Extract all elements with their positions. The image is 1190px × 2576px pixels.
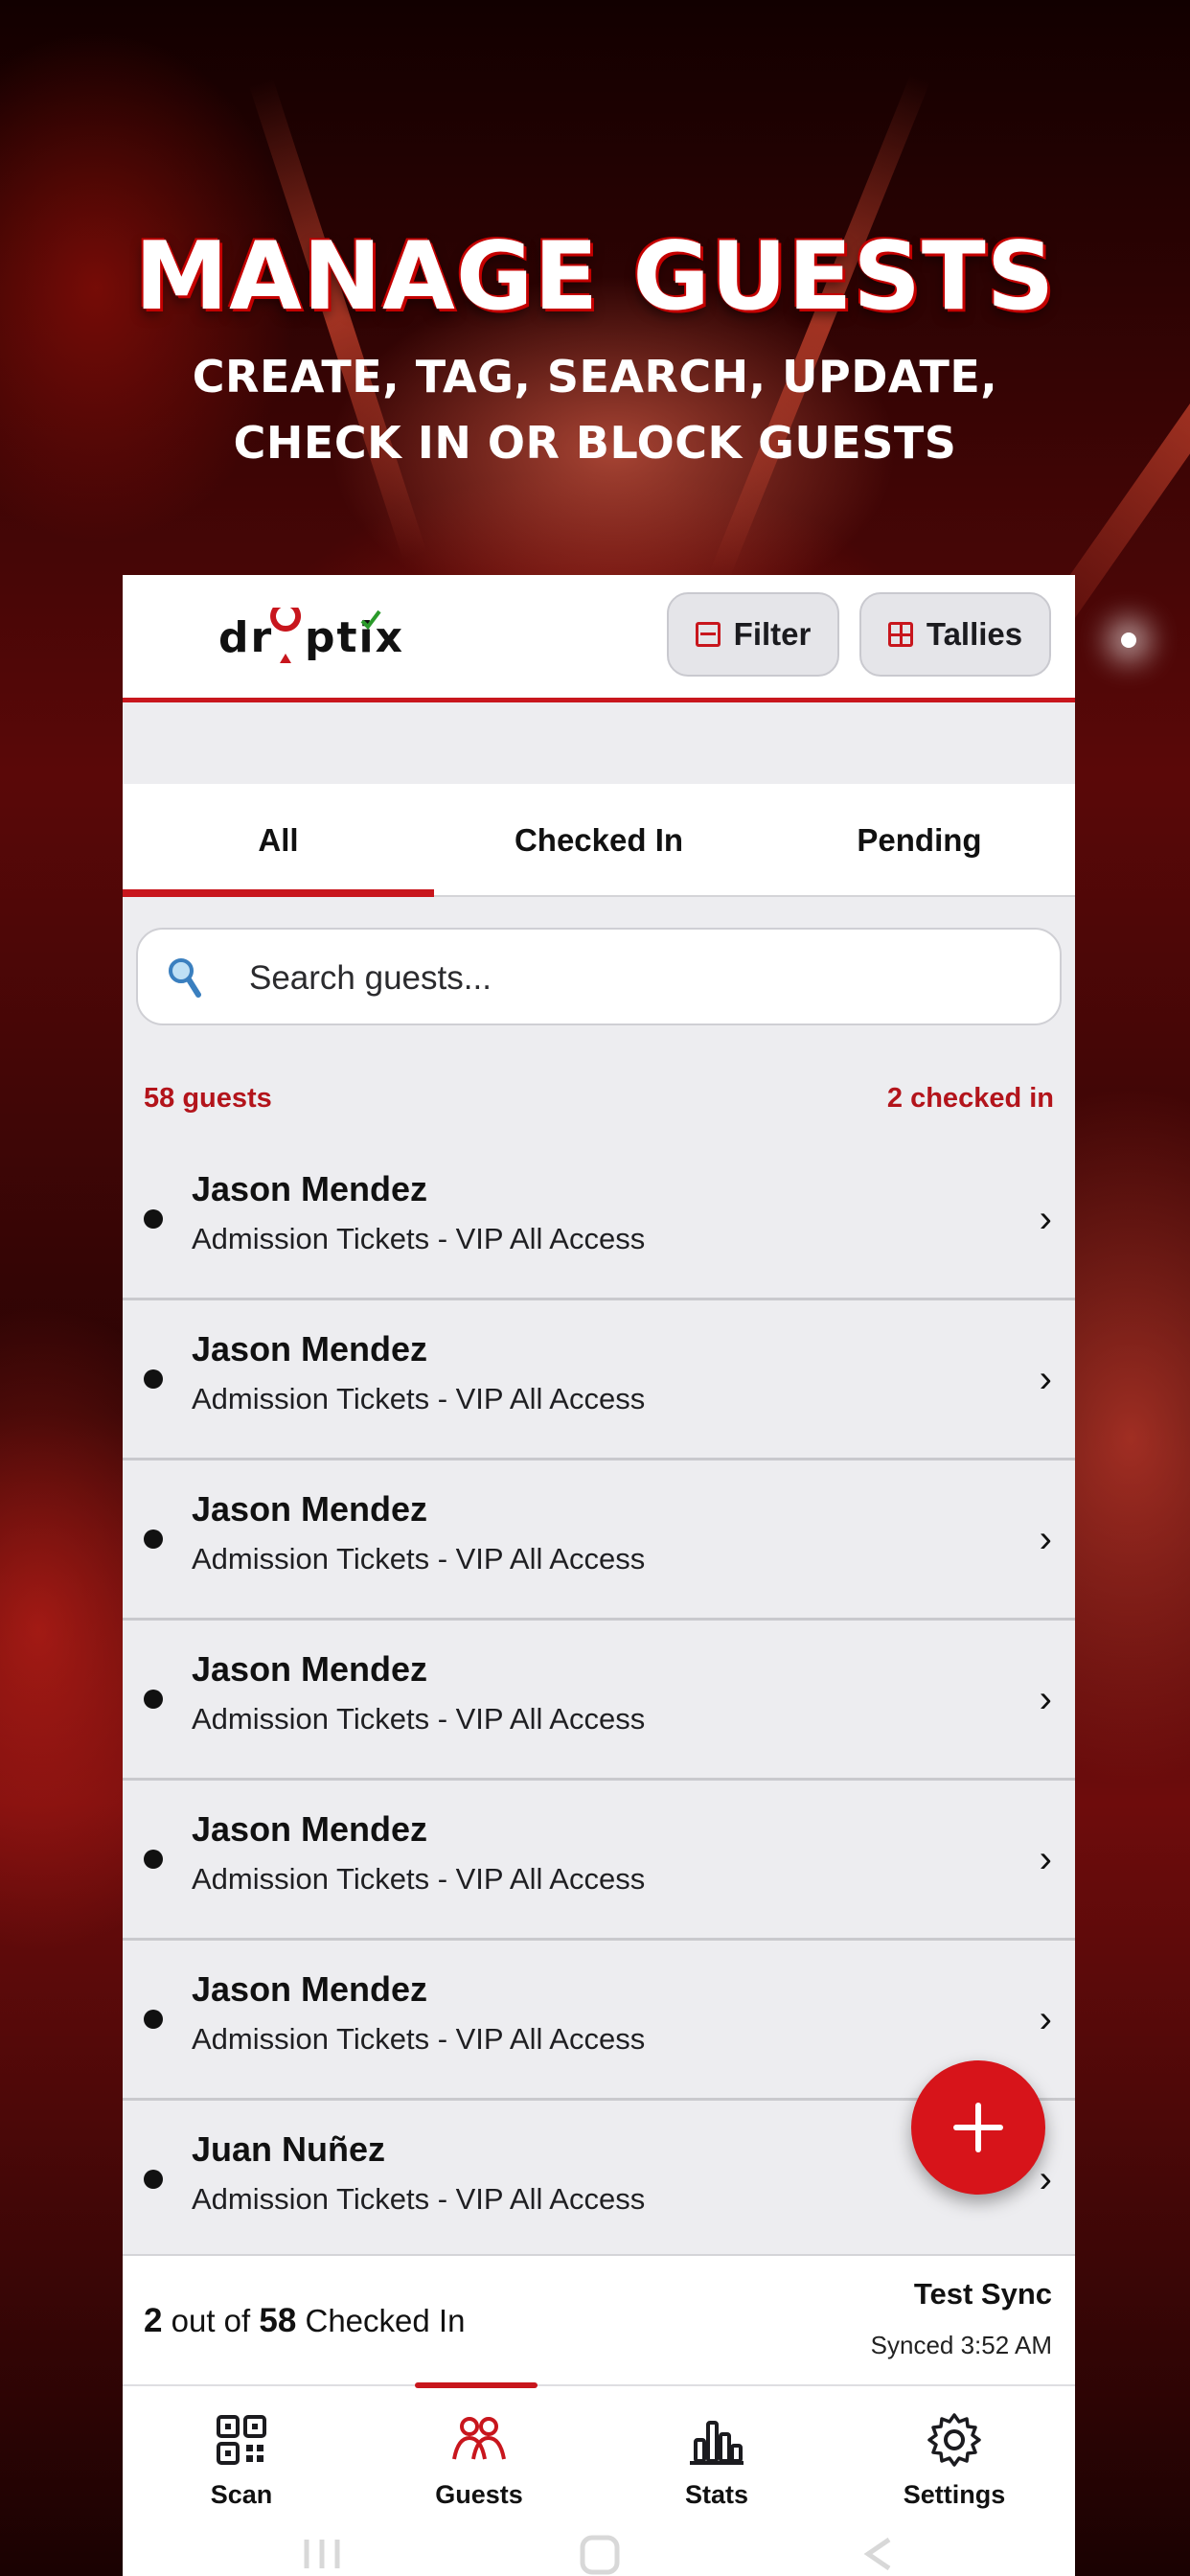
guest-ticket: Admission Tickets - VIP All Access [192, 2022, 646, 2056]
guest-ticket: Admission Tickets - VIP All Access [192, 1702, 646, 1736]
nav-stats[interactable]: Stats [598, 2386, 835, 2520]
status-dot [144, 1690, 163, 1709]
spotlight [1121, 632, 1136, 648]
nav-scan[interactable]: Scan [123, 2386, 360, 2520]
checkin-status-bar: 2 out of 58 Checked In Test Sync Synced … [123, 2254, 1075, 2384]
nav-scan-label: Scan [210, 2480, 273, 2509]
svg-text:dr: dr [218, 613, 273, 662]
gear-icon [927, 2413, 981, 2467]
guest-ticket: Admission Tickets - VIP All Access [192, 1862, 646, 1896]
out-of-text: out of [171, 2303, 251, 2338]
nav-guests[interactable]: Guests [360, 2386, 598, 2520]
search-icon [169, 958, 201, 998]
nav-settings[interactable]: Settings [835, 2386, 1073, 2520]
guest-ticket: Admission Tickets - VIP All Access [192, 1382, 646, 1415]
bar-chart-icon [690, 2421, 744, 2465]
checked-in-count: 2 checked in [886, 1083, 1054, 1114]
guest-name: Jason Mendez [192, 1329, 428, 1368]
checked-in-suffix: Checked In [305, 2303, 466, 2338]
add-guest-button[interactable] [911, 2060, 1045, 2195]
guest-name: Jason Mendez [192, 1169, 428, 1208]
grid-icon [887, 622, 913, 647]
guest-name: Jason Mendez [192, 1489, 428, 1529]
status-dot [144, 1850, 163, 1869]
guest-ticket: Admission Tickets - VIP All Access [192, 1222, 646, 1255]
guest-row[interactable]: Jason Mendez Admission Tickets - VIP All… [123, 1781, 1075, 1941]
search-input[interactable]: Search guests... [136, 928, 1062, 1025]
status-dot [144, 1369, 163, 1389]
chevron-right-icon: › [1039, 1678, 1052, 1720]
nav-stats-label: Stats [684, 2480, 749, 2509]
status-dot [144, 2170, 163, 2189]
total-guests-number: 58 [259, 2302, 297, 2339]
chevron-right-icon: › [1039, 1838, 1052, 1880]
qr-code-icon [217, 2415, 266, 2465]
filter-icon [695, 622, 721, 647]
guest-tabs: All Checked In Pending [123, 784, 1075, 897]
status-dot [144, 1209, 163, 1229]
svg-text:ptix: ptix [305, 613, 404, 662]
promo-subtitle-line2: CHECK IN OR BLOCK GUESTS [233, 417, 957, 469]
chevron-right-icon: › [1039, 1518, 1052, 1560]
checked-in-summary: 2 out of 58 Checked In [144, 2302, 465, 2340]
guest-count: 58 guests [144, 1083, 272, 1114]
people-icon [452, 2417, 506, 2460]
guest-row[interactable]: Jason Mendez Admission Tickets - VIP All… [123, 1140, 1075, 1300]
droptix-logo: dr ptix [218, 601, 448, 665]
sync-time: Synced 3:52 AM [870, 2331, 1052, 2359]
guest-row[interactable]: Jason Mendez Admission Tickets - VIP All… [123, 1621, 1075, 1781]
nav-guests-label: Guests [435, 2480, 523, 2509]
chevron-right-icon: › [1039, 1198, 1052, 1240]
system-gesture-bar [304, 2535, 891, 2575]
app-header: dr ptix Filter Tallies [123, 575, 1075, 702]
checked-in-number: 2 [144, 2302, 163, 2339]
bottom-navigation: Scan Guests Stats Settings [123, 2382, 1075, 2576]
guest-ticket: Admission Tickets - VIP All Access [192, 2182, 646, 2216]
guest-name: Jason Mendez [192, 1969, 428, 2009]
guest-row[interactable]: Jason Mendez Admission Tickets - VIP All… [123, 1300, 1075, 1460]
search-placeholder: Search guests... [249, 959, 492, 997]
promo-title: MANAGE GUESTS [134, 222, 1056, 332]
tallies-label: Tallies [926, 616, 1023, 652]
status-dot [144, 1530, 163, 1549]
chevron-right-icon: › [1039, 1358, 1052, 1400]
sync-event-name: Test Sync [913, 2277, 1052, 2311]
guest-ticket: Admission Tickets - VIP All Access [192, 1542, 646, 1576]
guest-row[interactable]: Jason Mendez Admission Tickets - VIP All… [123, 1460, 1075, 1621]
active-tab-indicator [123, 889, 434, 897]
filter-label: Filter [733, 616, 812, 652]
guest-row[interactable]: Jason Mendez Admission Tickets - VIP All… [123, 1941, 1075, 2101]
promo-subtitle-line1: CREATE, TAG, SEARCH, UPDATE, [192, 351, 998, 402]
tab-checked-in[interactable]: Checked In [434, 784, 764, 897]
tab-all[interactable]: All [123, 784, 434, 897]
tab-pending[interactable]: Pending [764, 784, 1075, 897]
droptix-logo-mark: dr ptix [218, 601, 404, 663]
guest-name: Jason Mendez [192, 1649, 428, 1689]
filter-button[interactable]: Filter [667, 592, 839, 677]
nav-settings-label: Settings [903, 2480, 1006, 2509]
app-screen: dr ptix Filter Tallies All Checked In Pe… [123, 575, 1075, 2576]
guest-name: Juan Nuñez [192, 2129, 386, 2169]
chevron-right-icon: › [1039, 1998, 1052, 2040]
chevron-right-icon: › [1039, 2158, 1052, 2200]
guest-name: Jason Mendez [192, 1809, 428, 1849]
tallies-button[interactable]: Tallies [859, 592, 1051, 677]
status-dot [144, 2010, 163, 2029]
guest-summary: 58 guests 2 checked in [123, 1075, 1075, 1117]
